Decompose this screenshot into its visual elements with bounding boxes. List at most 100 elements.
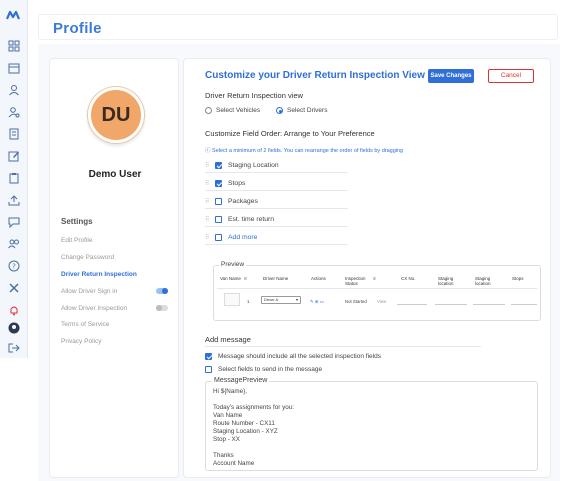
input-line[interactable] (511, 304, 537, 305)
drag-handle-icon[interactable]: ⠿ (205, 162, 211, 169)
field-label: Packages (228, 198, 258, 205)
input-line[interactable] (473, 304, 505, 305)
col-staging-location-2: Staging location (475, 276, 491, 286)
message-preview-legend: MessagePreview (212, 377, 270, 384)
radio-label: Select Vehicles (216, 107, 261, 114)
radio-button[interactable] (276, 107, 283, 114)
message-line: Stop - XX (213, 436, 240, 443)
menu-edit-profile[interactable]: Edit Profile (61, 237, 92, 244)
driver-sign-in-toggle[interactable] (156, 288, 168, 294)
left-nav-rail: ? (0, 0, 28, 358)
view-link[interactable]: View (377, 299, 386, 304)
info-icon: ⓘ (205, 148, 213, 154)
driver-select-value: Driver A (264, 297, 279, 302)
checkbox[interactable] (205, 353, 212, 360)
radio-button[interactable] (205, 107, 212, 114)
message-preview-box[interactable]: MessagePreview Hi ${Name}, Today's assig… (205, 377, 538, 471)
clipboard-icon[interactable] (8, 172, 20, 184)
checkbox[interactable] (215, 216, 222, 223)
message-line: Today's assignments for you: (213, 404, 295, 411)
field-label: Stops (228, 180, 246, 187)
upload-icon[interactable] (8, 194, 20, 206)
menu-change-password[interactable]: Change Password (61, 254, 114, 261)
preview-legend: Preview (219, 261, 247, 268)
profile-avatar-icon[interactable] (8, 322, 20, 334)
col-van-name: Van Name (220, 276, 241, 281)
chevron-down-icon: ▾ (295, 297, 298, 302)
drag-handle-icon[interactable]: ⠿ (205, 198, 211, 205)
field-est-time-return[interactable]: ⠿ Est. time return (205, 213, 348, 227)
message-line: Route Number - CX11 (213, 420, 275, 427)
page-title: Profile (53, 20, 102, 37)
add-more-row[interactable]: ⠿ Add more (205, 231, 348, 245)
checkbox[interactable] (205, 366, 212, 373)
radio-label: Select Drivers (287, 107, 328, 114)
user-settings-icon[interactable] (8, 106, 20, 118)
notification-bell-icon[interactable] (8, 304, 20, 316)
cell-status: Not Started (345, 299, 367, 304)
customize-title: Customize your Driver Return Inspection … (205, 70, 425, 81)
help-icon[interactable]: ? (8, 260, 20, 272)
action-icons[interactable]: ✎ ⊗ ▭ (310, 299, 324, 305)
cancel-button[interactable]: Cancel (488, 69, 534, 83)
message-line: Account Name (213, 460, 255, 467)
settings-heading: Settings (61, 217, 93, 226)
profile-card: DU Demo User Settings Edit Profile Chang… (49, 58, 179, 478)
preview-table: Van Name ≡ Driver Name Actions Inspectio… (217, 272, 537, 316)
input-line[interactable] (435, 304, 467, 305)
report-icon[interactable] (8, 128, 20, 140)
menu-privacy-policy[interactable]: Privacy Policy (61, 338, 101, 345)
message-line: Van Name (213, 412, 243, 419)
add-more-label[interactable]: Add more (228, 234, 257, 241)
radio-select-vehicles[interactable]: Select Vehicles (205, 107, 260, 114)
col-inspection-status: Inspection Status (345, 276, 366, 286)
col-driver-name: Driver Name (263, 276, 289, 281)
checkbox[interactable] (215, 162, 222, 169)
user-name: Demo User (88, 169, 142, 180)
divider (205, 346, 481, 347)
checkbox[interactable] (215, 234, 222, 241)
header-divider (217, 288, 537, 289)
van-thumbnail (224, 293, 240, 306)
input-line[interactable] (397, 304, 427, 305)
message-line: Hi ${Name}, (213, 388, 247, 395)
message-option-select-fields[interactable]: Select fields to send in the message (205, 366, 322, 373)
save-changes-button[interactable]: Save Changes (428, 69, 474, 83)
filter-icon[interactable]: ≡ (373, 276, 376, 282)
tools-icon[interactable] (8, 282, 20, 294)
edit-icon[interactable] (8, 150, 20, 162)
preview-panel: Preview Van Name ≡ Driver Name Actions I… (213, 261, 541, 321)
option-label: Select fields to send in the message (218, 366, 323, 373)
checkbox[interactable] (215, 198, 222, 205)
filter-icon[interactable]: ≡ (244, 276, 247, 282)
avatar: DU (88, 87, 144, 143)
driver-select[interactable]: Driver A ▾ (261, 296, 301, 304)
hint-text: ⓘ Select a minimum of 2 fields. You can … (205, 146, 403, 154)
drag-handle-icon: ⠿ (205, 235, 209, 241)
field-packages[interactable]: ⠿ Packages (205, 195, 348, 209)
checkbox[interactable] (215, 180, 222, 187)
driver-inspection-toggle[interactable] (156, 305, 168, 311)
col-staging-location-1: Staging location (438, 276, 454, 286)
menu-driver-return-inspection[interactable]: Driver Return Inspection (61, 271, 137, 278)
svg-text:?: ? (12, 263, 16, 271)
radio-select-drivers[interactable]: Select Drivers (276, 107, 327, 114)
col-cx-no: CX No. (401, 276, 416, 281)
message-line: Thanks (213, 452, 234, 459)
chat-icon[interactable] (8, 216, 20, 228)
field-label: Staging Location (228, 162, 279, 169)
menu-allow-driver-sign-in: Allow Driver Sign in (61, 288, 118, 295)
cell-van-index: 1 (247, 299, 250, 304)
field-stops[interactable]: ⠿ Stops (205, 177, 348, 191)
dashboard-icon[interactable] (8, 40, 20, 52)
logout-icon[interactable] (8, 342, 20, 354)
menu-terms-of-service[interactable]: Terms of Service (61, 321, 109, 328)
user-icon[interactable] (8, 84, 20, 96)
app-logo-icon[interactable] (6, 10, 22, 20)
drag-handle-icon[interactable]: ⠿ (205, 216, 211, 223)
calendar-icon[interactable] (8, 62, 20, 74)
message-option-all-fields[interactable]: Message should include all the selected … (205, 353, 381, 360)
field-staging-location[interactable]: ⠿ Staging Location (205, 159, 348, 173)
team-icon[interactable] (8, 238, 20, 250)
drag-handle-icon[interactable]: ⠿ (205, 180, 211, 187)
